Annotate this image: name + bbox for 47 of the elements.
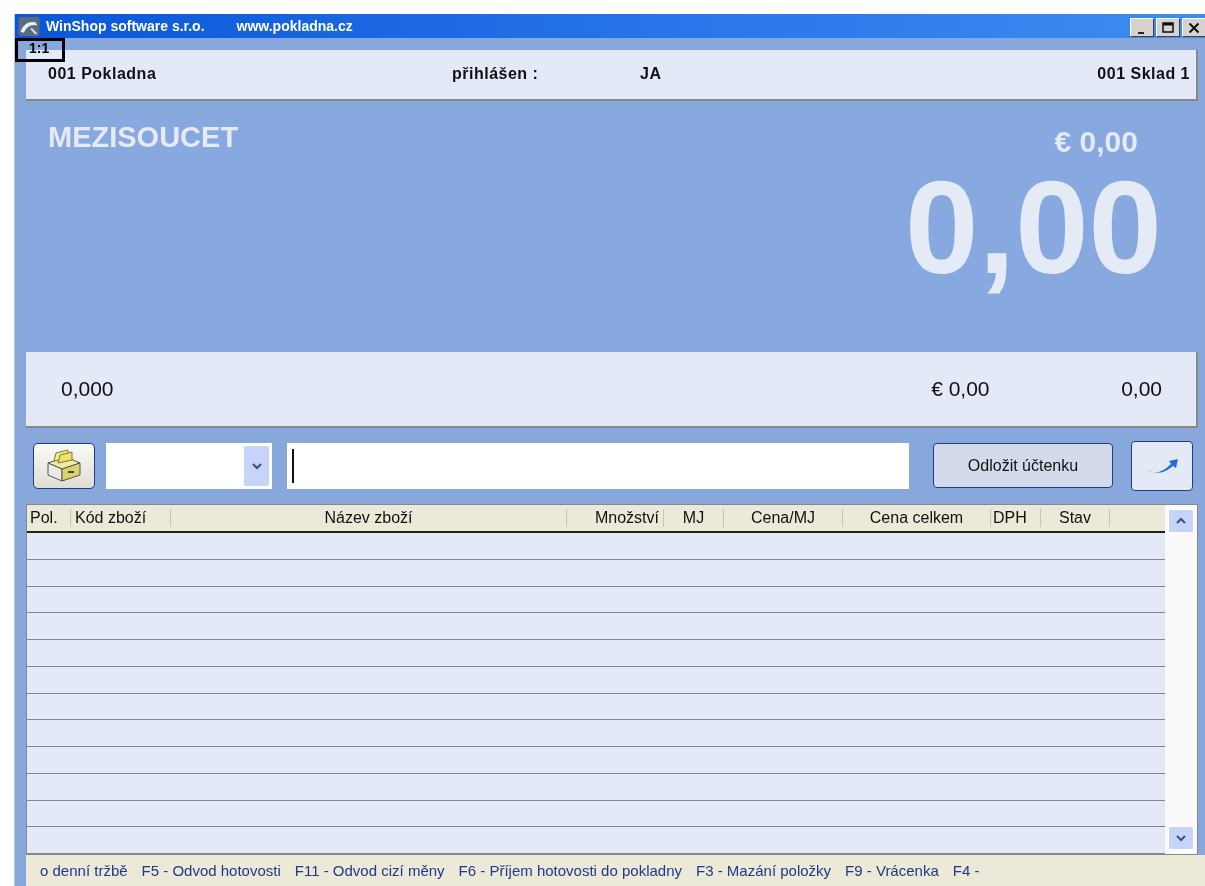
shortcut-hint: o denní tržbě bbox=[40, 862, 128, 880]
shortcut-hint: F3 - Mazání položky bbox=[696, 862, 832, 880]
maximize-icon bbox=[1162, 21, 1174, 34]
forward-button[interactable] bbox=[1131, 440, 1193, 491]
scroll-down-button[interactable] bbox=[1168, 826, 1194, 851]
logged-in-label: přihlášen : bbox=[452, 65, 540, 84]
euro-amount: € 0,00 bbox=[931, 377, 991, 402]
total-amount: 0,00 bbox=[905, 162, 1162, 293]
column-header[interactable]: Kód zboží bbox=[71, 508, 171, 527]
park-receipt-button[interactable]: Odložit účtenku bbox=[933, 443, 1113, 489]
column-header[interactable]: Pol. bbox=[27, 508, 71, 527]
column-header[interactable]: Cena/MJ bbox=[724, 508, 843, 527]
shortcut-hint: F11 - Odvod cizí měny bbox=[294, 862, 445, 880]
minimize-icon bbox=[1137, 31, 1144, 34]
column-header[interactable]: Stav bbox=[1041, 508, 1110, 527]
close-button[interactable] bbox=[1182, 18, 1205, 37]
drawer-icon bbox=[44, 448, 84, 483]
minimize-button[interactable] bbox=[1130, 18, 1154, 37]
chevron-down-icon bbox=[251, 461, 262, 470]
zoom-label: 1:1 bbox=[15, 38, 65, 62]
euro-total: € 0,00 bbox=[1054, 124, 1138, 159]
dropdown-button[interactable] bbox=[244, 445, 269, 486]
column-header[interactable]: MJ bbox=[664, 508, 724, 527]
store-name: 001 Sklad 1 bbox=[1097, 65, 1190, 84]
shortcut-hint: F9 - Vrácenka bbox=[845, 862, 939, 880]
quantity-total: 0,000 bbox=[61, 377, 114, 402]
drawer-button[interactable] bbox=[33, 442, 95, 489]
register-name: 001 Pokladna bbox=[48, 65, 158, 84]
shortcut-hint: F5 - Odvod hotovosti bbox=[141, 862, 281, 880]
chevron-up-icon bbox=[1176, 516, 1186, 525]
user-name: JA bbox=[640, 65, 663, 84]
amount-total: 0,00 bbox=[1121, 377, 1162, 402]
shortcut-hint: F4 - bbox=[952, 862, 980, 880]
column-header[interactable]: Cena celkem bbox=[843, 508, 991, 527]
shortcut-hint: F6 - Příjem hotovosti do pokladny bbox=[458, 862, 683, 880]
app-icon bbox=[18, 16, 40, 36]
window-title: WinShop software s.r.o. bbox=[46, 18, 205, 34]
column-header[interactable]: DPH bbox=[991, 508, 1041, 527]
chevron-down-icon bbox=[1176, 834, 1186, 843]
entry-field[interactable] bbox=[287, 442, 909, 489]
scroll-up-button[interactable] bbox=[1168, 508, 1194, 533]
column-header[interactable]: Název zboží bbox=[171, 508, 567, 527]
subtotal-label: MEZISOUCET bbox=[48, 120, 239, 153]
close-icon bbox=[1188, 21, 1200, 34]
column-header[interactable]: Množství bbox=[567, 508, 664, 527]
window-title: www.pokladna.cz bbox=[236, 18, 353, 34]
maximize-button[interactable] bbox=[1156, 18, 1180, 37]
